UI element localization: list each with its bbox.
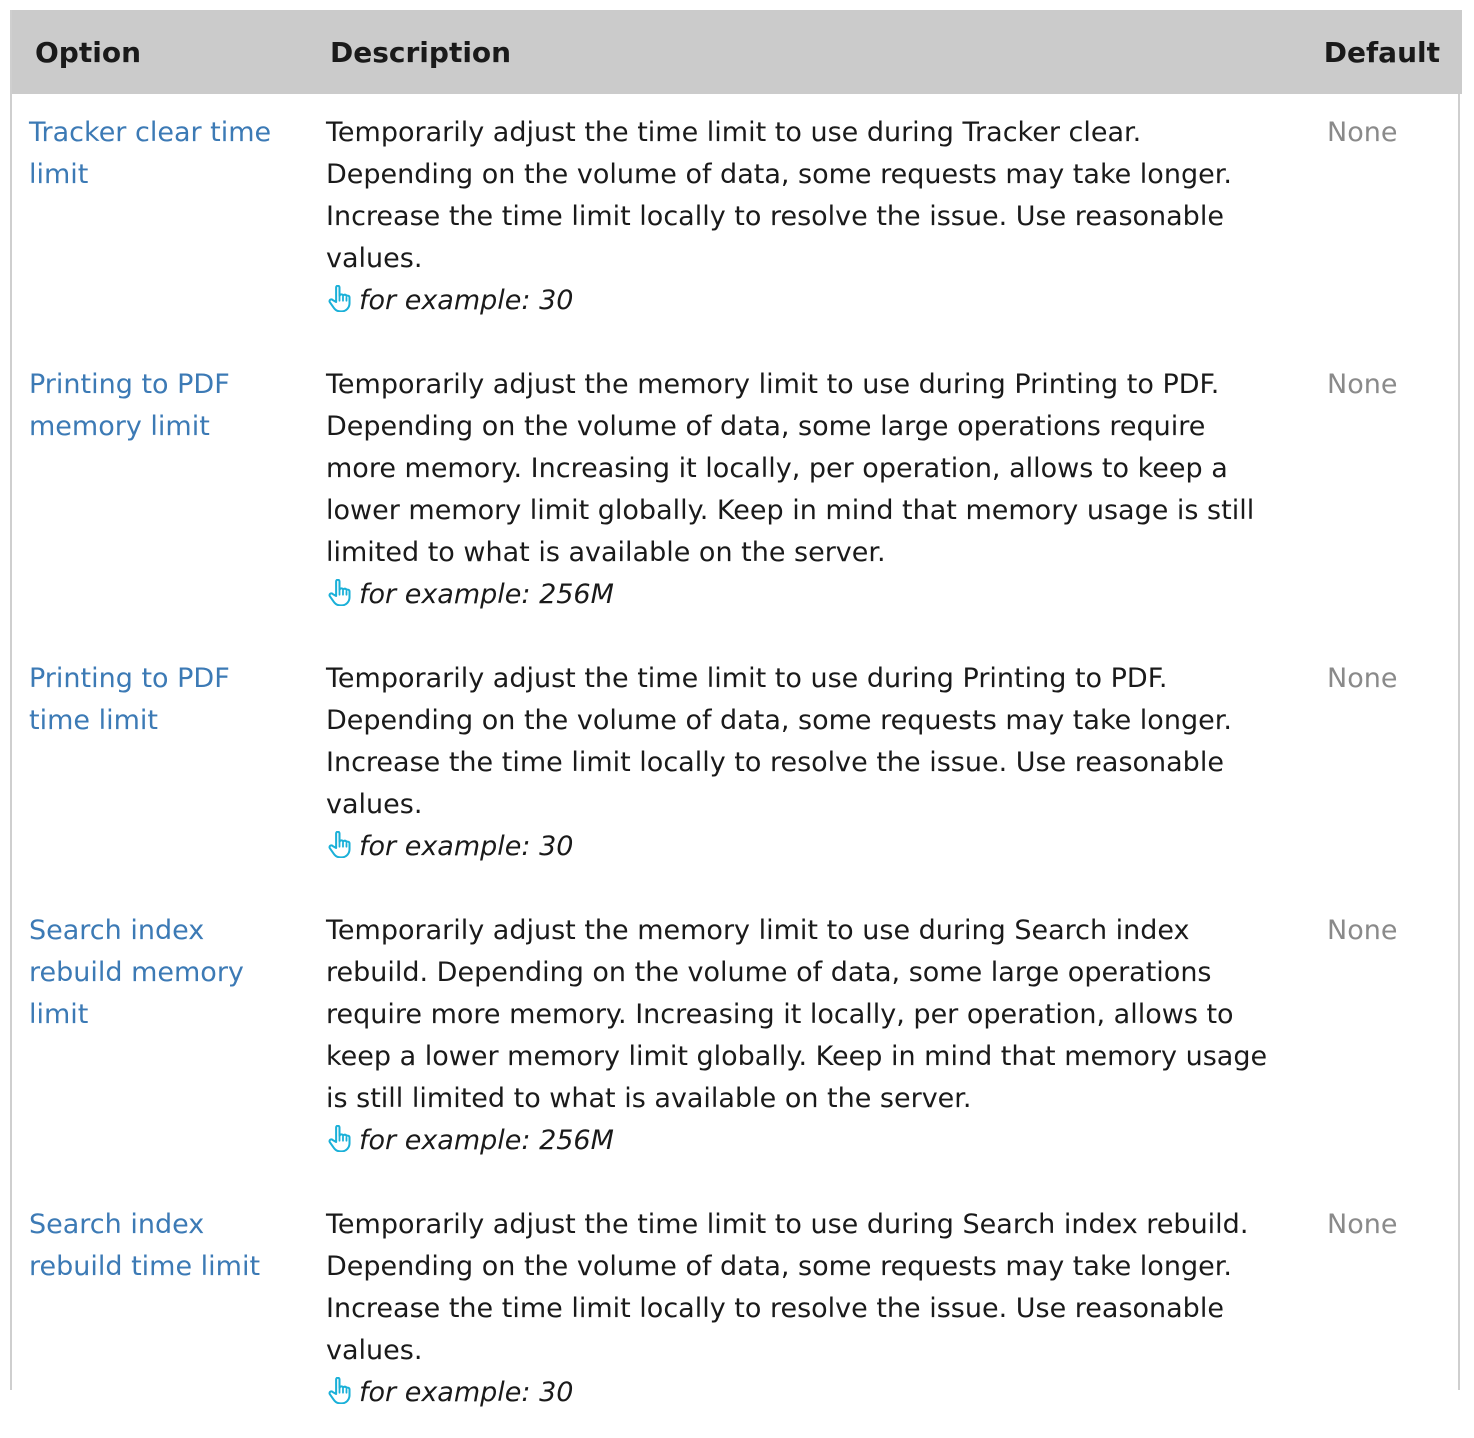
example-text: for example: 30 [359, 831, 574, 862]
option-cell: Tracker clear time limit [12, 94, 285, 346]
header-description: Description [285, 10, 1290, 94]
option-link[interactable]: Printing to PDF memory limit [29, 369, 230, 442]
table-row: Search index rebuild time limit Temporar… [12, 1186, 1462, 1438]
example-text: for example: 256M [359, 579, 614, 610]
description-cell: Temporarily adjust the memory limit to u… [285, 892, 1290, 1186]
description-cell: Temporarily adjust the time limit to use… [285, 640, 1290, 892]
option-example: for example: 30 [326, 826, 1276, 868]
description-cell: Temporarily adjust the time limit to use… [285, 94, 1290, 346]
default-value: None [1327, 915, 1398, 946]
pointing-hand-icon [328, 1377, 351, 1404]
description-cell: Temporarily adjust the memory limit to u… [285, 346, 1290, 640]
example-text: for example: 30 [359, 285, 574, 316]
option-cell: Printing to PDF time limit [12, 640, 285, 892]
default-value: None [1327, 663, 1398, 694]
option-cell: Printing to PDF memory limit [12, 346, 285, 640]
description-cell: Temporarily adjust the time limit to use… [285, 1186, 1290, 1438]
option-example: for example: 256M [326, 1120, 1276, 1162]
option-description: Temporarily adjust the time limit to use… [326, 117, 1232, 274]
option-example: for example: 30 [326, 280, 1276, 322]
option-description: Temporarily adjust the memory limit to u… [326, 369, 1255, 568]
pointing-hand-icon [328, 1125, 351, 1152]
option-description: Temporarily adjust the time limit to use… [326, 663, 1232, 820]
option-link[interactable]: Search index rebuild time limit [29, 1209, 260, 1282]
option-cell: Search index rebuild time limit [12, 1186, 285, 1438]
table-row: Printing to PDF time limit Temporarily a… [12, 640, 1462, 892]
example-text: for example: 30 [359, 1377, 574, 1408]
pointing-hand-icon [328, 831, 351, 858]
preferences-table: Option Description Default Tracker clear… [12, 10, 1462, 1438]
table-row: Search index rebuild memory limit Tempor… [12, 892, 1462, 1186]
option-cell: Search index rebuild memory limit [12, 892, 285, 1186]
default-value: None [1327, 117, 1398, 148]
table-row: Printing to PDF memory limit Temporarily… [12, 346, 1462, 640]
option-description: Temporarily adjust the time limit to use… [326, 1209, 1249, 1366]
option-description: Temporarily adjust the memory limit to u… [326, 915, 1268, 1114]
pointing-hand-icon [328, 579, 351, 606]
default-value: None [1327, 1209, 1398, 1240]
preferences-panel: Option Description Default Tracker clear… [10, 10, 1462, 1408]
header-default: Default [1290, 10, 1462, 94]
option-example: for example: 30 [326, 1372, 1276, 1414]
option-example: for example: 256M [326, 574, 1276, 616]
option-link[interactable]: Printing to PDF time limit [29, 663, 230, 736]
header-option: Option [12, 10, 285, 94]
table-header-row: Option Description Default [12, 10, 1462, 94]
pointing-hand-icon [328, 285, 351, 312]
table-row: Tracker clear time limit Temporarily adj… [12, 94, 1462, 346]
default-value: None [1327, 369, 1398, 400]
example-text: for example: 256M [359, 1125, 614, 1156]
option-link[interactable]: Search index rebuild memory limit [29, 915, 244, 1030]
option-link[interactable]: Tracker clear time limit [29, 117, 271, 190]
